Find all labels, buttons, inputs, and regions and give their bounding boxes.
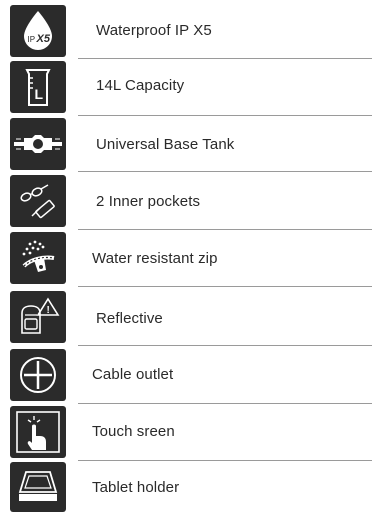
divider <box>78 403 372 404</box>
feature-label: Touch sreen <box>92 423 175 440</box>
feature-label: Universal Base Tank <box>96 136 235 153</box>
feature-label: Reflective <box>96 310 163 327</box>
feature-label: 2 Inner pockets <box>96 193 201 210</box>
divider <box>78 115 372 116</box>
capacity-letter: L <box>35 86 44 102</box>
feature-label: Water resistant zip <box>92 250 218 267</box>
divider <box>78 345 372 346</box>
feature-label: 14L Capacity <box>96 77 185 94</box>
feature-label: Tablet holder <box>92 479 180 496</box>
ipx5-x5-text: X5 <box>36 33 51 45</box>
inner-pockets-icon <box>10 175 66 227</box>
divider <box>78 229 372 230</box>
feature-list: IP X5 Waterproof IP X5 L 14L Capacity Un… <box>0 0 374 514</box>
tablet-holder-icon <box>10 462 66 512</box>
cable-outlet-icon <box>10 349 66 401</box>
touch-screen-icon <box>10 406 66 458</box>
feature-label: Cable outlet <box>92 366 174 383</box>
universal-base-tank-icon <box>10 118 66 170</box>
divider <box>78 460 372 461</box>
capacity-jug-icon: L <box>10 61 66 113</box>
divider <box>78 171 372 172</box>
divider <box>78 58 372 59</box>
reflective-warning-mark: ! <box>47 305 50 316</box>
divider <box>78 286 372 287</box>
water-resistant-zip-icon <box>10 232 66 284</box>
waterproof-ipx5-icon: IP X5 <box>10 5 66 57</box>
feature-label: Waterproof IP X5 <box>96 22 212 39</box>
ipx5-ip-text: IP <box>28 35 36 44</box>
reflective-backpack-icon: ! <box>10 291 66 343</box>
